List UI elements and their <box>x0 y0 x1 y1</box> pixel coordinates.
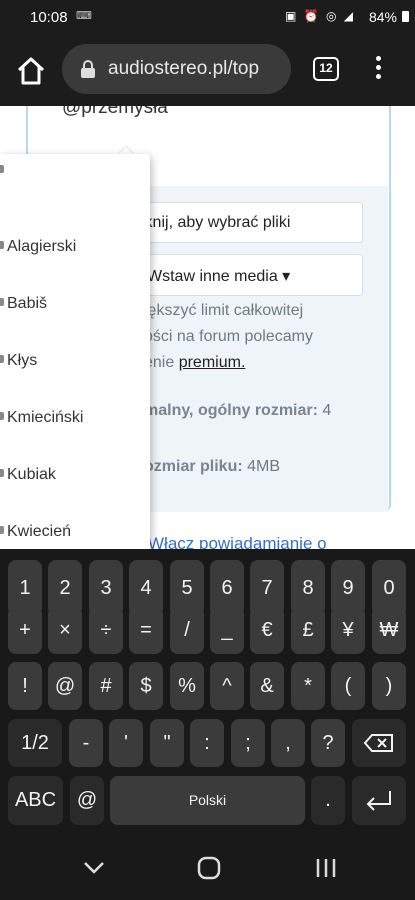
suggestion-item[interactable]: Kmieciński <box>0 389 150 446</box>
mention-suggestions-dropdown: Alagierski Babiš Kłys Kmieciński Kubiak … <box>0 154 150 549</box>
enter-key[interactable] <box>352 776 406 825</box>
bullet-icon <box>0 526 4 534</box>
key-colon[interactable]: : <box>190 719 224 767</box>
menu-dot-icon <box>375 74 381 79</box>
key-quote[interactable]: " <box>150 719 184 767</box>
key-hash[interactable]: # <box>89 662 123 710</box>
browser-toolbar: audiostereo.pl/top 12 <box>0 34 415 106</box>
key-semicolon[interactable]: ; <box>231 719 265 767</box>
overflow-menu-button[interactable] <box>372 56 384 82</box>
key-underscore[interactable]: _ <box>210 606 244 654</box>
backspace-key[interactable] <box>352 719 406 767</box>
suggestion-label: Kwiecień <box>7 523 72 540</box>
hide-keyboard-icon[interactable] <box>82 860 106 876</box>
key-symbol-page[interactable]: 1/2 <box>8 719 62 767</box>
key-plus[interactable]: + <box>8 606 42 654</box>
recent-apps-icon[interactable] <box>314 857 338 879</box>
backspace-icon <box>363 734 393 752</box>
address-bar[interactable]: audiostereo.pl/top <box>62 44 291 94</box>
key-pound[interactable]: £ <box>291 606 325 654</box>
key-yen[interactable]: ¥ <box>331 606 365 654</box>
limit-info-line: ości na forum polecamy <box>144 328 313 345</box>
key-slash[interactable]: / <box>170 606 204 654</box>
key-multiply[interactable]: × <box>48 606 82 654</box>
battery-icon <box>402 11 409 22</box>
url-text: audiostereo.pl/top <box>108 58 260 79</box>
suggestion-label: Kłys <box>7 352 38 369</box>
clock: 10:08 <box>30 9 68 26</box>
on-screen-keyboard: 1 2 3 4 5 6 7 8 9 0 + × ÷ = / _ € £ ¥ ₩ … <box>0 549 415 832</box>
key-at[interactable]: @ <box>48 662 82 710</box>
menu-dot-icon <box>375 65 381 70</box>
max-total-size: malny, ogólny rozmiar: 4 <box>144 402 331 420</box>
key-comma[interactable]: , <box>271 719 305 767</box>
menu-dot-icon <box>375 56 381 61</box>
key-asterisk[interactable]: * <box>291 662 325 710</box>
enter-icon <box>366 791 391 811</box>
key-dollar[interactable]: $ <box>129 662 163 710</box>
bullet-icon <box>0 355 4 363</box>
limit-info-line: iększyć limit całkowitej <box>144 302 304 319</box>
status-bar: 10:08 ⌨ ▣ ⏰ ◎ ◢ 84% <box>0 0 415 34</box>
editor-mention-text[interactable]: @przemysła <box>62 106 168 119</box>
suggestion-item[interactable] <box>0 154 150 199</box>
suggestion-item[interactable]: Kubiak <box>0 446 150 503</box>
max-file-size: ozmiar pliku: 4MB <box>144 458 280 476</box>
limit-info-line: enie premium. <box>144 354 245 372</box>
abc-key[interactable]: ABC <box>8 776 63 825</box>
key-won[interactable]: ₩ <box>372 606 406 654</box>
max-total-size-label: malny, ogólny rozmiar: <box>144 402 318 419</box>
key-minus[interactable]: - <box>69 719 103 767</box>
suggestion-item[interactable]: Kwiecień <box>0 503 150 549</box>
max-file-size-value: 4MB <box>242 458 281 475</box>
key-equals[interactable]: = <box>129 606 163 654</box>
suggestion-item[interactable]: Alagierski <box>0 218 150 275</box>
max-total-size-value: 4 <box>317 402 332 419</box>
suggestion-item[interactable]: Babiš <box>0 275 150 332</box>
bullet-icon <box>0 469 4 477</box>
bullet-icon <box>0 412 4 420</box>
suggestion-label: Kubiak <box>7 466 56 483</box>
bullet-icon <box>0 241 4 249</box>
key-right-paren[interactable]: ) <box>372 662 406 710</box>
battery-percentage: 84% <box>368 9 397 25</box>
tab-switcher-button[interactable]: 12 <box>313 57 339 81</box>
key-exclamation[interactable]: ! <box>8 662 42 710</box>
keyboard-indicator-icon: ⌨ <box>76 10 92 22</box>
home-icon <box>17 57 45 85</box>
key-question[interactable]: ? <box>311 719 345 767</box>
home-nav-icon[interactable] <box>197 856 221 880</box>
enable-notifications-link[interactable]: Włącz powiadamianie o <box>148 534 327 549</box>
suggestion-label: Kmieciński <box>7 409 84 426</box>
key-divide[interactable]: ÷ <box>89 606 123 654</box>
bullet-icon <box>0 165 4 173</box>
key-ampersand[interactable]: & <box>250 662 284 710</box>
key-apostrophe[interactable]: ' <box>109 719 143 767</box>
key-caret[interactable]: ^ <box>210 662 244 710</box>
key-period[interactable]: . <box>311 776 345 825</box>
key-left-paren[interactable]: ( <box>331 662 365 710</box>
suggestion-label: Alagierski <box>7 238 77 255</box>
system-navigation-bar <box>0 832 415 900</box>
key-at-bottom[interactable]: @ <box>70 776 104 825</box>
bullet-icon <box>0 298 4 306</box>
suggestion-item[interactable]: Kłys <box>0 332 150 389</box>
max-file-size-label: ozmiar pliku: <box>144 458 243 475</box>
home-button[interactable] <box>14 54 48 88</box>
space-key[interactable]: Polski <box>110 776 305 825</box>
key-euro[interactable]: € <box>250 606 284 654</box>
premium-link[interactable]: premium. <box>179 354 246 371</box>
suggestion-label: Babiš <box>7 295 48 312</box>
key-percent[interactable]: % <box>170 662 204 710</box>
system-status-icons: ▣ ⏰ ◎ ◢ <box>285 9 355 23</box>
lock-icon <box>81 60 95 78</box>
